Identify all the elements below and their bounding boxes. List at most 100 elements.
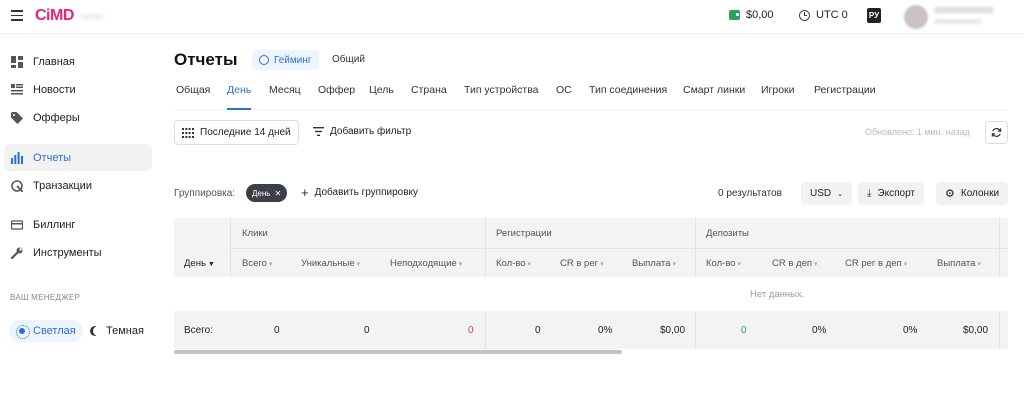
sort-icon: ▾	[600, 261, 604, 268]
sort-icon: ▾	[814, 261, 818, 268]
menu-icon[interactable]	[11, 10, 23, 21]
divider	[230, 248, 1008, 249]
tab-device-type[interactable]: Тип устройства	[464, 78, 539, 110]
horizontal-scrollbar[interactable]	[174, 350, 622, 354]
sidebar-item-tools[interactable]: Инструменты	[4, 239, 152, 266]
sort-icon: ▾	[672, 261, 676, 268]
card-icon	[11, 219, 23, 230]
tab-players[interactable]: Игроки	[761, 78, 795, 110]
add-grouping-button[interactable]: + Добавить группировку	[301, 186, 418, 199]
grouping-label: Группировка:	[174, 188, 236, 199]
tab-smart-links[interactable]: Смарт линки	[683, 78, 745, 110]
theme-light-button[interactable]: Светлая	[9, 320, 83, 342]
sidebar-item-news[interactable]: Новости	[4, 76, 152, 103]
col-label: Всего	[242, 258, 267, 269]
total-reg-cr: 0%	[598, 325, 613, 336]
sort-icon: ▾	[458, 261, 463, 268]
col-label: CR рег в деп	[845, 258, 902, 269]
tab-country[interactable]: Страна	[411, 78, 447, 110]
wrench-icon	[11, 247, 23, 259]
target-icon	[259, 55, 269, 65]
moon-icon	[90, 326, 100, 336]
empty-state: Нет данных.	[750, 289, 805, 300]
vertical-common-button[interactable]: Общий	[332, 54, 365, 65]
sidebar-item-label: Офферы	[33, 111, 80, 124]
refresh-button[interactable]	[985, 121, 1008, 144]
col-day[interactable]: День ▼	[184, 258, 215, 269]
vertical-gaming-button[interactable]: Гейминг	[252, 50, 319, 70]
sidebar-item-label: Транзакции	[33, 179, 92, 192]
sidebar-item-reports[interactable]: Отчеты	[4, 144, 152, 171]
clock-icon	[799, 9, 810, 21]
wallet-icon	[729, 10, 740, 20]
dashboard-icon	[11, 55, 23, 68]
grouping-chip-day[interactable]: День ✕	[246, 184, 288, 202]
sidebar-item-home[interactable]: Главная	[4, 48, 152, 75]
tab-general[interactable]: Общая	[176, 78, 210, 110]
tab-month[interactable]: Месяц	[269, 78, 301, 110]
add-filter-button[interactable]: Добавить фильтр	[313, 126, 411, 137]
sidebar: Главная Новости Офферы Отчеты Транзакции…	[0, 34, 158, 410]
brand-logo[interactable]: CiMD	[35, 7, 74, 25]
col-clicks-invalid[interactable]: Неподходящие ▾	[390, 258, 462, 269]
col-dep-count[interactable]: Кол-во ▾	[706, 258, 741, 269]
export-button[interactable]: ⤓ Экспорт	[858, 182, 924, 205]
avatar[interactable]	[904, 5, 928, 29]
date-range-button[interactable]: Последние 14 дней	[174, 120, 299, 145]
col-clicks-total[interactable]: Всего ▾	[242, 258, 272, 269]
currency-value: USD	[810, 188, 832, 199]
col-dep-payout[interactable]: Выплата ▾	[937, 258, 981, 269]
balance[interactable]: $0,00	[729, 9, 774, 21]
divider	[485, 311, 486, 349]
tab-goal[interactable]: Цель	[369, 78, 394, 110]
chevron-down-icon: ⌄	[837, 190, 843, 198]
timezone-selector[interactable]: UTC 0	[799, 9, 848, 21]
date-range-label: Последние 14 дней	[200, 127, 291, 138]
currency-select[interactable]: USD ⌄	[801, 182, 852, 205]
sidebar-item-label: Отчеты	[33, 151, 72, 164]
total-reg-count: 0	[535, 325, 541, 336]
col-reg-payout[interactable]: Выплата ▾	[632, 258, 676, 269]
total-reg-payout: $0,00	[660, 325, 686, 336]
col-label: CR в рег	[560, 258, 599, 269]
col-label: Уникальные	[301, 258, 355, 269]
sort-icon: ▾	[977, 261, 981, 268]
columns-label: Колонки	[960, 188, 1000, 199]
tab-day[interactable]: День	[227, 78, 252, 110]
tab-offer[interactable]: Оффер	[318, 78, 355, 110]
col-clicks-unique[interactable]: Уникальные ▾	[301, 258, 360, 269]
col-label: Выплата	[937, 258, 976, 269]
col-label: Неподходящие	[390, 258, 457, 269]
grouping-chip-label: День	[252, 188, 271, 198]
group-clicks: Клики	[242, 228, 268, 239]
col-dep-cr[interactable]: CR в деп ▾	[772, 258, 818, 269]
columns-button[interactable]: ⚙ Колонки	[936, 182, 1009, 205]
report-tabs: Общая День Месяц Оффер Цель Страна Тип у…	[174, 78, 1008, 110]
theme-light-label: Светлая	[33, 325, 76, 337]
col-reg-count[interactable]: Кол-во ▾	[496, 258, 531, 269]
sort-icon: ▾	[903, 261, 908, 268]
news-icon	[11, 83, 23, 94]
calendar-icon	[182, 127, 194, 138]
transactions-icon	[11, 179, 23, 192]
theme-dark-button[interactable]: Темная	[90, 320, 144, 342]
sidebar-item-transactions[interactable]: Транзакции	[4, 172, 152, 199]
total-label: Всего:	[184, 325, 213, 336]
divider	[695, 311, 696, 349]
sidebar-item-offers[interactable]: Офферы	[4, 104, 152, 131]
user-role	[934, 19, 982, 24]
tab-os[interactable]: ОС	[556, 78, 572, 110]
page-title: Отчеты	[174, 50, 238, 69]
total-dep-cr: 0%	[812, 325, 827, 336]
logo-subtext	[80, 14, 104, 19]
language-switcher[interactable]: РУ	[867, 8, 881, 23]
col-reg-cr[interactable]: CR в рег ▾	[560, 258, 604, 269]
total-reg-to-dep-cr: 0%	[903, 325, 918, 336]
sidebar-item-label: Биллинг	[33, 218, 76, 231]
tab-connection-type[interactable]: Тип соединения	[589, 78, 667, 110]
close-icon[interactable]: ✕	[274, 189, 281, 198]
tab-registrations[interactable]: Регистрации	[814, 78, 876, 110]
sidebar-item-label: Главная	[33, 55, 75, 68]
sidebar-item-billing[interactable]: Биллинг	[4, 211, 152, 238]
col-reg-to-dep-cr[interactable]: CR рег в деп ▾	[845, 258, 907, 269]
